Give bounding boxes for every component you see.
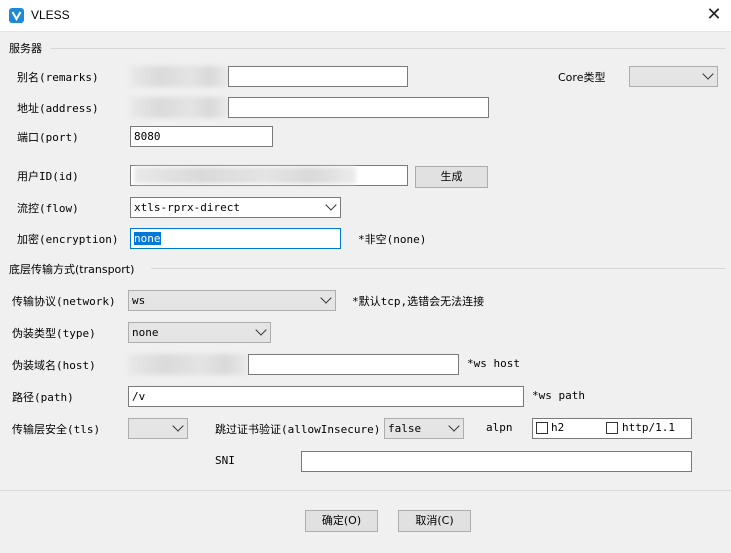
path-input[interactable]: /v: [128, 386, 524, 407]
sni-label: SNI: [215, 454, 235, 467]
close-icon[interactable]: ✕: [700, 2, 728, 28]
id-label: 用户ID(id): [17, 170, 79, 183]
chevron-down-icon: [702, 68, 714, 80]
address-label: 地址(address): [17, 102, 99, 115]
id-redacted: [134, 167, 356, 184]
port-label: 端口(port): [17, 131, 79, 144]
flow-select[interactable]: xtls-rprx-direct: [130, 197, 341, 218]
remarks-input[interactable]: [228, 66, 408, 87]
encryption-hint: *非空(none): [358, 233, 427, 246]
sni-input[interactable]: [301, 451, 692, 472]
port-input[interactable]: 8080: [130, 126, 273, 147]
flow-label: 流控(flow): [17, 202, 79, 215]
allow-insecure-value: false: [388, 422, 422, 435]
transport-section-title: 底层传输方式(transport): [9, 263, 135, 276]
remarks-label: 别名(remarks): [17, 71, 99, 84]
network-select[interactable]: ws: [128, 290, 336, 311]
cancel-button[interactable]: 取消(C): [398, 510, 471, 532]
ok-button[interactable]: 确定(O): [305, 510, 378, 532]
tls-select[interactable]: [128, 418, 188, 439]
encryption-label: 加密(encryption): [17, 233, 119, 246]
type-select[interactable]: none: [128, 322, 271, 343]
transport-section-divider: [151, 268, 726, 269]
network-value: ws: [132, 294, 146, 307]
footer-divider: [0, 490, 731, 491]
chevron-down-icon: [320, 292, 332, 304]
type-label: 伪装类型(type): [12, 327, 96, 340]
network-hint: *默认tcp,选错会无法连接: [352, 295, 485, 308]
network-label: 传输协议(network): [12, 295, 116, 308]
server-section-divider: [50, 48, 726, 49]
chevron-down-icon: [172, 420, 184, 432]
encryption-value: none: [134, 232, 161, 245]
type-value: none: [132, 326, 159, 339]
v2rayn-app-icon: [9, 8, 24, 23]
flow-value: xtls-rprx-direct: [134, 201, 240, 214]
server-section-title: 服务器: [9, 42, 42, 55]
window-title: VLESS: [31, 8, 70, 22]
generate-button[interactable]: 生成: [415, 166, 488, 188]
title-bar: [0, 0, 731, 32]
alpn-http11-checkbox[interactable]: [606, 422, 618, 434]
chevron-down-icon: [255, 324, 267, 336]
allow-insecure-select[interactable]: false: [384, 418, 464, 439]
address-input[interactable]: [228, 97, 489, 118]
allow-insecure-label: 跳过证书验证(allowInsecure): [215, 423, 381, 436]
path-hint: *ws path: [532, 389, 585, 402]
alpn-h2-checkbox[interactable]: [536, 422, 548, 434]
alpn-h2-label: h2: [551, 421, 565, 434]
alpn-http11-label: http/1.1: [622, 421, 675, 434]
host-redacted: [128, 354, 250, 375]
address-redacted: [130, 97, 230, 118]
host-label: 伪装域名(host): [12, 359, 96, 372]
core-type-select[interactable]: [629, 66, 718, 87]
tls-label: 传输层安全(tls): [12, 423, 101, 436]
alpn-label: alpn: [486, 421, 513, 434]
path-label: 路径(path): [12, 391, 74, 404]
core-type-label: Core类型: [558, 71, 606, 84]
remarks-redacted: [130, 66, 230, 87]
host-hint: *ws host: [467, 357, 520, 370]
encryption-input[interactable]: none: [130, 228, 341, 249]
host-input[interactable]: [248, 354, 459, 375]
chevron-down-icon: [325, 199, 337, 211]
chevron-down-icon: [448, 420, 460, 432]
